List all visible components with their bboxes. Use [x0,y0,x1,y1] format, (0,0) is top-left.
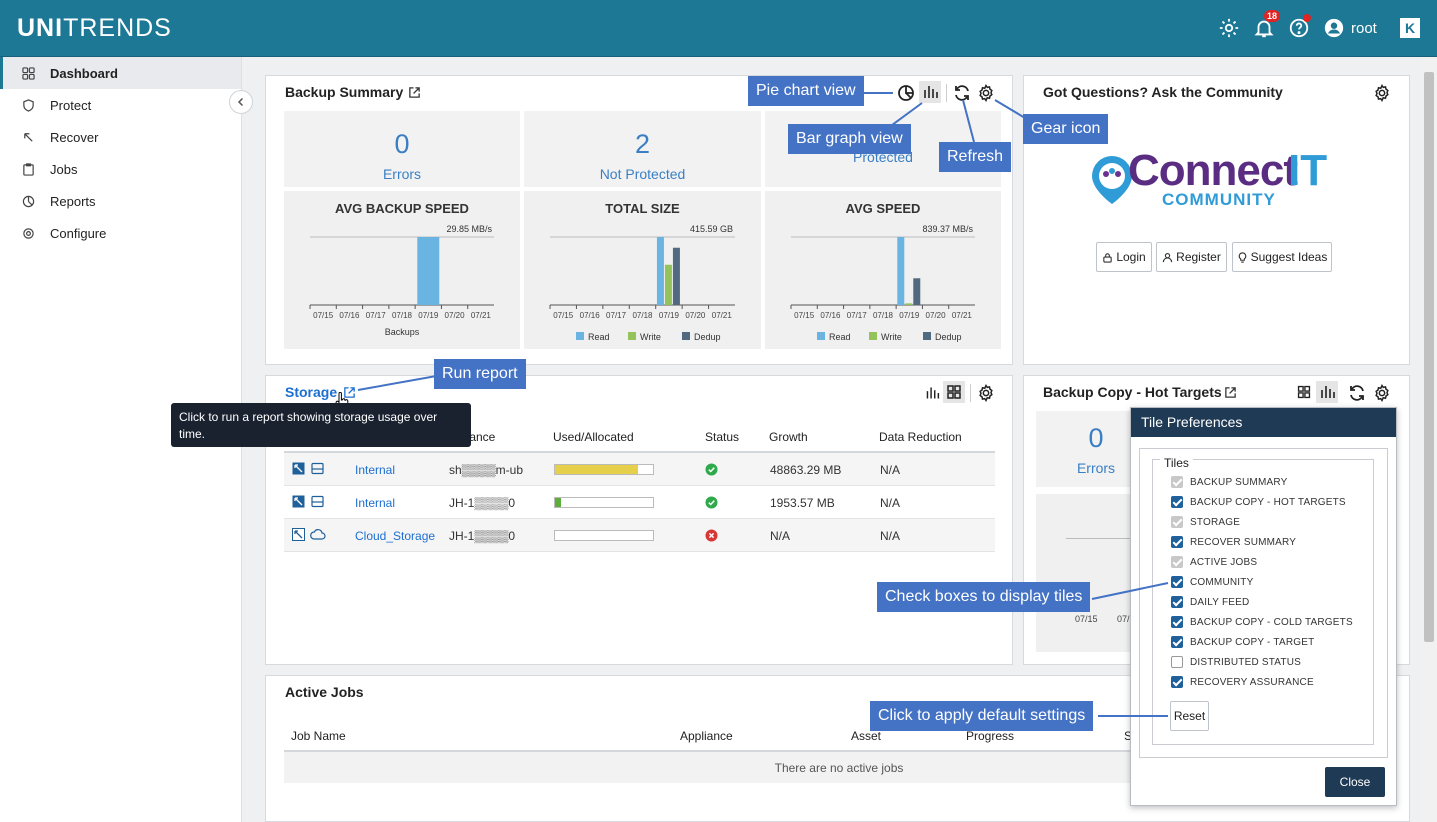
refresh-callout-line [962,99,975,143]
callout-bar-graph-view: Bar graph view [788,124,911,154]
callout-check-boxes: Check boxes to display tiles [877,582,1091,612]
callout-gear-icon: Gear icon [1023,114,1109,144]
callout-pie-chart-view: Pie chart view [748,76,864,106]
callout-run-report: Run report [434,359,526,389]
run-report-callout-line [357,374,443,391]
check-boxes-callout-line [1091,582,1169,600]
gear-callout-line [994,99,1026,119]
callout-default-settings: Click to apply default settings [870,701,1094,731]
callout-refresh: Refresh [939,142,1012,172]
callout-connectors [357,92,1169,717]
